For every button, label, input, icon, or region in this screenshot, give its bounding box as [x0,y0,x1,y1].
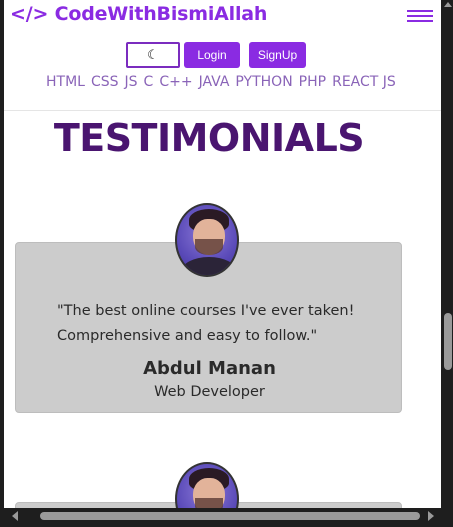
user-avatar [175,203,239,277]
signup-button[interactable]: SignUp [249,42,306,68]
menu-bar [407,20,433,22]
nav-link-cpp[interactable]: C++ [159,74,192,90]
moon-icon: ☾ [147,47,159,63]
horizontal-scroll-thumb[interactable] [40,512,420,520]
user-avatar [175,462,239,508]
horizontal-scrollbar[interactable] [0,508,453,527]
vertical-scroll-thumb[interactable] [444,313,452,370]
theme-toggle-button[interactable]: ☾ [126,42,180,68]
nav-link-c[interactable]: C [144,74,154,90]
nav-link-java[interactable]: JAVA [199,74,230,90]
login-button[interactable]: Login [184,42,240,68]
hamburger-menu-icon[interactable] [407,10,433,24]
nav-link-html[interactable]: HTML [46,74,85,90]
section-title: TESTIMONIALS [53,116,365,160]
scroll-left-arrow-icon[interactable] [12,511,18,521]
menu-bar [407,10,433,12]
scrollbar-corner [441,508,453,527]
nav-link-css[interactable]: CSS [91,74,119,90]
nav-link-python[interactable]: PYTHON [235,74,292,90]
testimonial-quote: "The best online courses I've ever taken… [57,303,355,344]
scroll-up-arrow-icon[interactable] [444,2,452,7]
header-controls: ☾ Login SignUp [4,42,441,68]
vertical-scrollbar[interactable] [441,0,453,508]
site-logo[interactable]: </> CodeWithBismiAllah [10,3,267,25]
scroll-right-arrow-icon[interactable] [428,511,434,521]
header-divider [4,110,441,111]
testimonial-name: Abdul Manan [143,358,276,379]
language-nav: HTML CSS JS C C++ JAVA PYTHON PHP REACT JS [46,74,441,94]
nav-link-php[interactable]: PHP [299,74,326,90]
menu-bar [407,15,433,17]
nav-link-react-js[interactable]: REACT JS [332,74,396,90]
testimonial-role: Web Developer [154,384,265,400]
nav-link-js[interactable]: JS [125,74,138,90]
page-viewport: </> CodeWithBismiAllah ☾ Login SignUp HT… [4,0,441,508]
